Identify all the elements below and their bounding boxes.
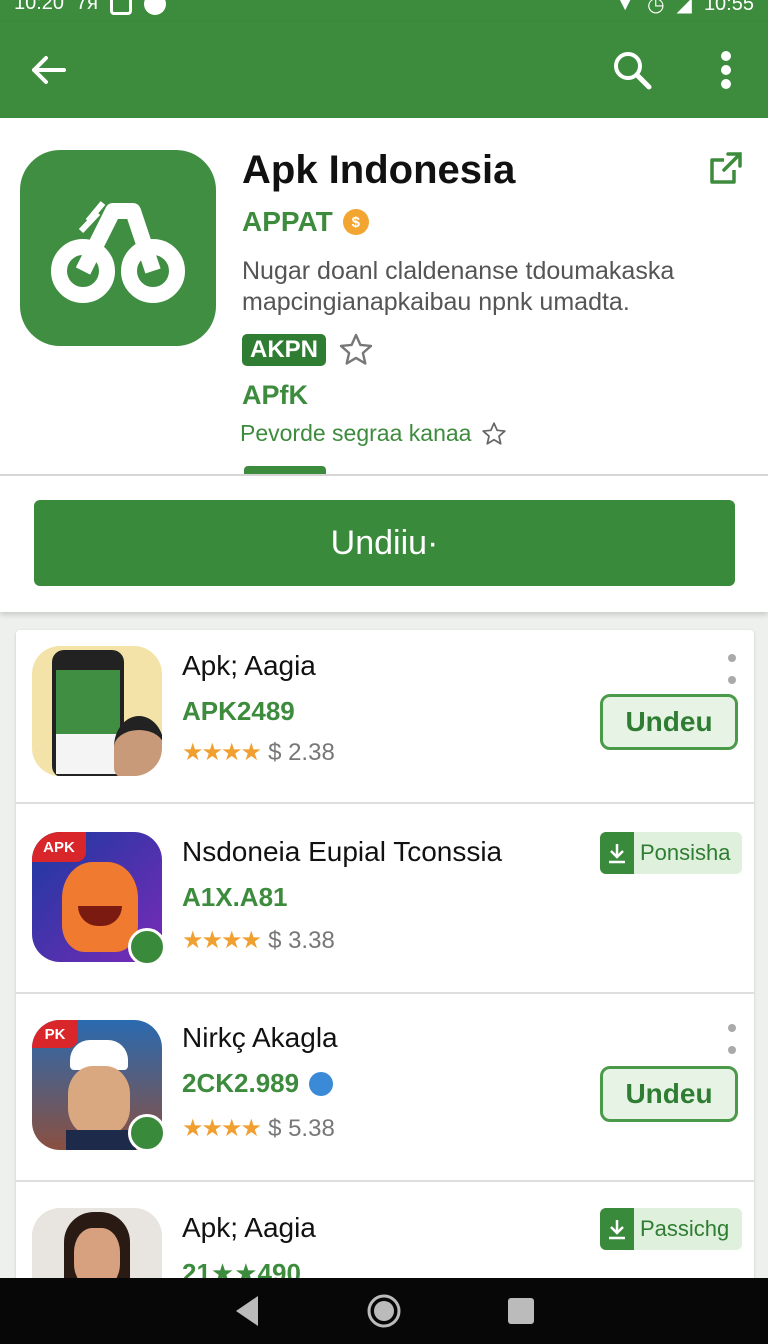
alarm-icon: ◷ <box>647 0 665 16</box>
item-download-button[interactable]: Undeu <box>600 694 738 750</box>
item-title: Nsdoneia Eupial Tconssia <box>182 836 503 867</box>
record-dot-icon <box>144 0 167 15</box>
provider-row: Pevorde segraa kanaa <box>240 420 507 447</box>
app-title: Apk Indonesia <box>242 148 516 192</box>
item-download-button[interactable]: Undeu <box>600 1066 738 1122</box>
item-more-icon[interactable] <box>724 1024 740 1054</box>
thumb-tag: PK <box>32 1020 78 1048</box>
back-button[interactable] <box>22 44 74 96</box>
rating-stars-icon: ★★★★ <box>182 1115 262 1142</box>
status-extra-left: 7ᴙ <box>76 0 99 14</box>
related-apps-list: Apk; Aagia APK2489 ★★★★ $ 2.38 Undeu APK… <box>16 630 754 1290</box>
install-button[interactable]: Undiiu· <box>34 500 735 586</box>
item-install-button[interactable]: Ponsisha <box>600 832 742 874</box>
system-nav-bar <box>0 1278 768 1344</box>
item-rating: ★★★★ $ 5.38 <box>182 1114 335 1143</box>
rating-text: $ 3.38 <box>268 926 335 954</box>
list-item[interactable]: Apk; Aagia APK2489 ★★★★ $ 2.38 Undeu <box>16 630 754 804</box>
share-icon <box>710 152 742 184</box>
more-vert-icon <box>721 51 731 89</box>
badge-row: AKPN <box>242 332 374 368</box>
thumb-tag: APK <box>32 832 86 862</box>
nav-home-icon[interactable] <box>366 1293 402 1329</box>
status-time-left: 10:20 <box>14 0 65 14</box>
verified-badge-icon <box>128 928 166 966</box>
more-options-button[interactable] <box>700 44 752 96</box>
coin-icon: $ <box>342 209 369 235</box>
item-install-label: Passichg <box>640 1216 730 1241</box>
battery-icon <box>110 0 133 15</box>
item-install-button[interactable]: Passichg <box>600 1208 742 1250</box>
rating-stars-icon: ★★★★ <box>182 927 262 954</box>
item-version: 2CK2.989 <box>182 1068 334 1099</box>
status-bar: 10:20 7ᴙ ▼ ◷ ◢ 10:55 <box>0 0 768 22</box>
item-rating: ★★★★ $ 2.38 <box>182 738 335 767</box>
info-dot-icon <box>309 1071 334 1096</box>
item-title: Apk; Aagia <box>182 650 316 681</box>
item-title: Nirkç Akagla <box>182 1022 338 1053</box>
app-logo-icon <box>20 150 216 346</box>
rating-stars-icon: ★★★★ <box>182 739 262 766</box>
app-bar <box>0 22 768 118</box>
install-area: Undiiu· <box>0 476 768 612</box>
list-item[interactable]: Apk; Aagia 21★★490 Passichg <box>16 1182 754 1290</box>
list-item[interactable]: PK Nirkç Akagla 2CK2.989 ★★★★ $ 5.38 Und… <box>16 994 754 1182</box>
nav-back-icon[interactable] <box>232 1294 262 1328</box>
item-install-label: Ponsisha <box>640 840 731 865</box>
tab-indicator <box>244 466 326 474</box>
version-text: APK2489 <box>182 696 295 726</box>
wifi-icon: ▼ <box>615 0 636 15</box>
list-item[interactable]: APK Nsdoneia Eupial Tconssia A1X.A81 ★★★… <box>16 804 754 994</box>
app-header-card: Apk Indonesia APPAT $ Nugar doanl clalde… <box>0 118 768 474</box>
item-more-icon[interactable] <box>724 654 740 684</box>
download-icon <box>600 1208 634 1250</box>
nav-recents-icon[interactable] <box>506 1296 536 1326</box>
share-button[interactable] <box>706 148 750 192</box>
star-outline-icon <box>482 421 507 445</box>
search-button[interactable] <box>606 44 658 96</box>
item-rating: ★★★★ $ 3.38 <box>182 926 335 955</box>
provider-text: Pevorde segraa kanaa <box>240 420 472 446</box>
signal-icon: ◢ <box>676 0 692 16</box>
download-icon <box>600 832 634 874</box>
category-badge: AKPN <box>242 334 327 366</box>
rating-text: $ 5.38 <box>268 1114 335 1142</box>
star-outline-icon[interactable] <box>338 332 374 368</box>
version-text: 2CK2.989 <box>182 1068 300 1098</box>
status-time-right: 10:55 <box>703 0 754 15</box>
apk-label: APfK <box>242 380 308 410</box>
rating-text: $ 2.38 <box>268 738 335 766</box>
item-title: Apk; Aagia <box>182 1212 316 1243</box>
search-icon <box>614 52 652 90</box>
developer-row: APPAT $ <box>242 206 369 238</box>
item-version: APK2489 <box>182 696 295 727</box>
verified-badge-icon <box>128 1114 166 1152</box>
developer-name[interactable]: APPAT <box>242 206 333 238</box>
app-description: Nugar doanl claldenanse tdoumakaska mapc… <box>242 257 675 316</box>
item-version: A1X.A81 <box>182 882 288 913</box>
app-thumbnail <box>32 646 162 776</box>
version-text: A1X.A81 <box>182 882 288 912</box>
back-arrow-icon <box>32 56 66 84</box>
